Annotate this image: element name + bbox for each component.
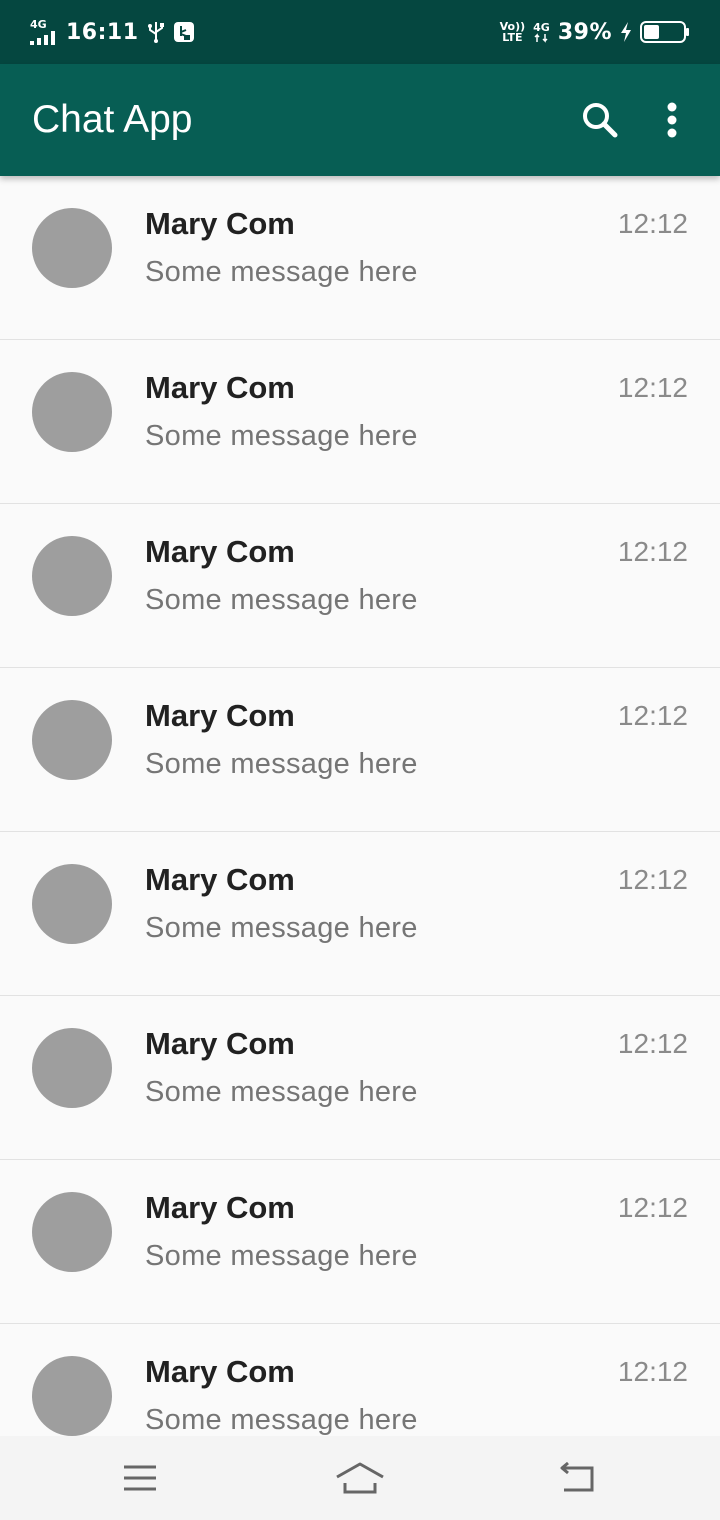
volte-label-bottom: LTE (502, 31, 523, 44)
message-time: 12:12 (617, 536, 688, 567)
avatar (32, 1028, 112, 1108)
search-icon (583, 103, 618, 138)
chat-list-item[interactable]: Mary Com Some message here 12:12 (0, 996, 720, 1160)
network-type-right: 4G (533, 20, 550, 34)
chat-list: Mary Com Some message here 12:12 Mary Co… (0, 176, 720, 1436)
charging-icon (621, 22, 631, 42)
contact-name: Mary Com (145, 370, 295, 405)
signal-group: 4G (30, 19, 58, 45)
avatar (32, 864, 112, 944)
usb-icon (147, 22, 164, 43)
message-preview: Some message here (145, 1404, 418, 1436)
message-preview: Some message here (145, 748, 418, 780)
battery-percent: 39% (557, 19, 612, 45)
avatar (32, 700, 112, 780)
back-icon (560, 1462, 594, 1492)
contact-name: Mary Com (145, 534, 295, 569)
avatar (32, 208, 112, 288)
message-preview: Some message here (145, 912, 418, 944)
status-right: Vo)) LTE 4G 39% (500, 0, 690, 64)
avatar (32, 1192, 112, 1272)
message-time: 12:12 (617, 700, 688, 731)
message-preview: Some message here (145, 420, 418, 452)
chat-list-item[interactable]: Mary Com Some message here 12:12 (0, 668, 720, 832)
menu-icon (124, 1465, 156, 1491)
more-options-button[interactable] (644, 92, 700, 148)
home-icon (336, 1462, 384, 1494)
app-bar: Chat App (0, 64, 720, 176)
chat-list-item[interactable]: Mary Com Some message here 12:12 (0, 1160, 720, 1324)
usb-debug-icon (173, 22, 194, 42)
contact-name: Mary Com (145, 206, 295, 241)
signal-icon (30, 31, 55, 45)
avatar (32, 372, 112, 452)
contact-name: Mary Com (145, 698, 295, 733)
home-button[interactable] (330, 1454, 390, 1502)
chat-list-item[interactable]: Mary Com Some message here 12:12 (0, 504, 720, 668)
contact-name: Mary Com (145, 1026, 295, 1061)
chat-list-item[interactable]: Mary Com Some message here 12:12 (0, 832, 720, 996)
contact-name: Mary Com (145, 1354, 295, 1389)
message-time: 12:12 (617, 372, 688, 403)
message-time: 12:12 (617, 1356, 688, 1387)
status-left: 4G 16:11 (30, 0, 195, 64)
chat-list-item[interactable]: Mary Com Some message here 12:12 (0, 1324, 720, 1436)
app-title: Chat App (32, 98, 193, 141)
volte-indicator: Vo)) LTE (500, 21, 526, 43)
chat-list-item[interactable]: Mary Com Some message here 12:12 (0, 176, 720, 340)
contact-name: Mary Com (145, 862, 295, 897)
more-vert-icon (667, 102, 677, 138)
recents-button[interactable] (110, 1454, 170, 1502)
message-preview: Some message here (145, 1076, 418, 1108)
chat-list-item[interactable]: Mary Com Some message here 12:12 (0, 340, 720, 504)
message-time: 12:12 (617, 208, 688, 239)
message-preview: Some message here (145, 256, 418, 288)
message-preview: Some message here (145, 584, 418, 616)
status-bar: 4G 16:11 Vo)) LTE 4G 39% (0, 0, 720, 64)
mobile-data-indicator: 4G (533, 22, 550, 43)
network-type-left: 4G (30, 18, 47, 31)
chat-app-screen: 4G 16:11 Vo)) LTE 4G 39% Chat App Mary C… (0, 0, 720, 1520)
battery-icon (640, 21, 689, 43)
avatar (32, 1356, 112, 1436)
message-preview: Some message here (145, 1240, 418, 1272)
contact-name: Mary Com (145, 1190, 295, 1225)
status-time: 16:11 (66, 19, 139, 45)
avatar (32, 536, 112, 616)
message-time: 12:12 (617, 1028, 688, 1059)
message-time: 12:12 (617, 864, 688, 895)
data-arrows-icon (534, 32, 549, 43)
back-button[interactable] (548, 1454, 608, 1502)
message-time: 12:12 (617, 1192, 688, 1223)
system-nav-bar (0, 1436, 720, 1520)
search-button[interactable] (572, 92, 628, 148)
